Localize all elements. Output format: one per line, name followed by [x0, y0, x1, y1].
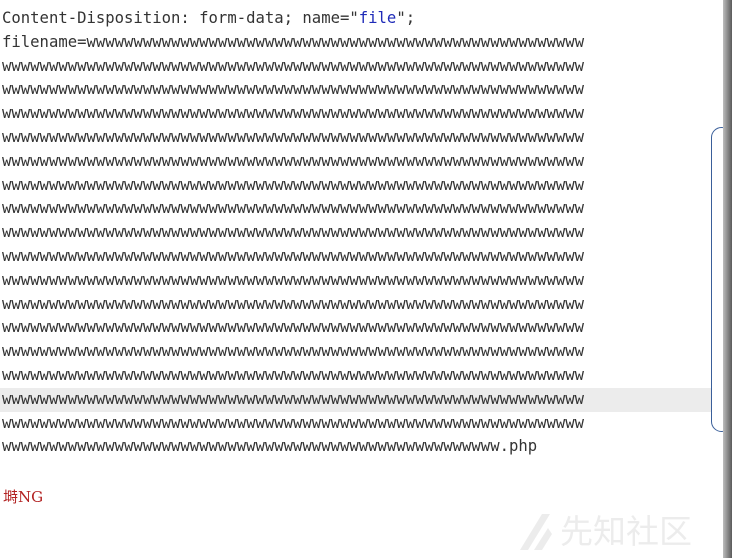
filename-chunk-line: wwwwwwwwwwwwwwwwwwwwwwwwwwwwwwwwwwwwwwww…	[2, 223, 585, 242]
filename-chunk-line: wwwwwwwwwwwwwwwwwwwwwwwwwwwwwwwwwwwwwwww…	[2, 342, 585, 361]
panel-divider	[723, 0, 732, 558]
watermark-text: 先知社区	[560, 512, 692, 551]
filename-prefix: filename=	[2, 32, 87, 51]
filename-continuation-lines: wwwwwwwwwwwwwwwwwwwwwwwwwwwwwwwwwwwwwwww…	[0, 55, 713, 436]
filename-chunk-line: wwwwwwwwwwwwwwwwwwwwwwwwwwwwwwwwwwwwwwww…	[2, 199, 585, 218]
filename-chunk-line: wwwwwwwwwwwwwwwwwwwwwwwwwwwwwwwwwwwwwwww…	[2, 151, 585, 170]
filename-chunk-line: wwwwwwwwwwwwwwwwwwwwwwwwwwwwwwwwwwwwwwww…	[2, 175, 585, 194]
filename-chunk-line: wwwwwwwwwwwwwwwwwwwwwwwwwwwwwwwwwwwwwwww…	[2, 270, 585, 289]
watermark-logo-icon	[520, 514, 552, 550]
filename-chunk-line: wwwwwwwwwwwwwwwwwwwwwwwwwwwwwwwwwwwwwwww…	[2, 318, 585, 337]
filename-line: filename=wwwwwwwwwwwwwwwwwwwwwwwwwwwwwww…	[2, 31, 707, 55]
filename-chunk-line: wwwwwwwwwwwwwwwwwwwwwwwwwwwwwwwwwwwwwwww…	[2, 80, 585, 99]
filename-chunk-line: wwwwwwwwwwwwwwwwwwwwwwwwwwwwwwwwwwwwwwww…	[2, 294, 585, 313]
name-value: file	[358, 9, 397, 27]
filename-chunk-line: wwwwwwwwwwwwwwwwwwwwwwwwwwwwwwwwwwwwwwww…	[2, 56, 585, 75]
request-editor[interactable]: 11278356331281774856556638674986 Content…	[0, 0, 732, 558]
filename-chunk-line: wwwwwwwwwwwwwwwwwwwwwwwwwwwwwwwwwwwwwwww…	[2, 104, 585, 123]
boundary-line-partial: 11278356331281774856556638674986	[310, 0, 610, 7]
filename-last-line: wwwwwwwwwwwwwwwwwwwwwwwwwwwwwwwwwwwwwwww…	[2, 437, 538, 456]
content-disposition-line: Content-Disposition: form-data; name="fi…	[2, 7, 707, 31]
binary-data-marker: 塒NG	[3, 488, 44, 506]
filename-chunk-line: wwwwwwwwwwwwwwwwwwwwwwwwwwwwwwwwwwwwwwww…	[2, 413, 585, 432]
request-body-text: Content-Disposition: form-data; name="fi…	[0, 7, 713, 459]
filename-chunk-line-selected: wwwwwwwwwwwwwwwwwwwwwwwwwwwwwwwwwwwwwwww…	[0, 387, 713, 412]
name-open-quote: "	[349, 9, 359, 27]
name-close-quote: ";	[396, 9, 416, 27]
filename-chunk-line: wwwwwwwwwwwwwwwwwwwwwwwwwwwwwwwwwwwwwwww…	[2, 246, 585, 265]
filename-chunk-line: wwwwwwwwwwwwwwwwwwwwwwwwwwwwwwwwwwwwwwww…	[2, 365, 585, 384]
filename-first-chunk: wwwwwwwwwwwwwwwwwwwwwwwwwwwwwwwwwwwwwwww…	[86, 32, 585, 51]
filename-chunk-line: wwwwwwwwwwwwwwwwwwwwwwwwwwwwwwwwwwwwwwww…	[2, 127, 585, 146]
site-watermark: 先知社区	[512, 510, 722, 554]
disposition-label: Content-Disposition: form-data; name=	[2, 9, 350, 27]
